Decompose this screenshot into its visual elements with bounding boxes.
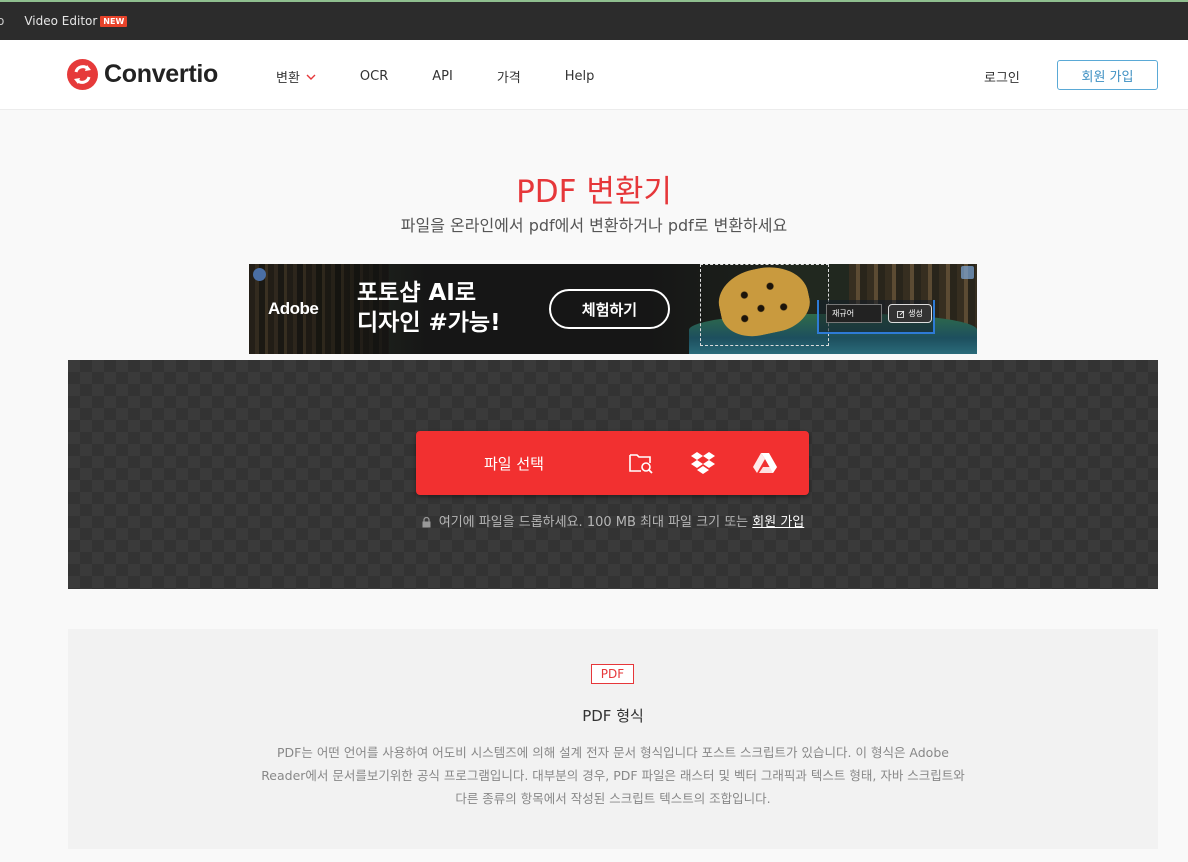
page-title: PDF 변환기: [516, 174, 672, 210]
ad-headline-line: 포토샵 AI로: [357, 280, 477, 306]
nav-item-api[interactable]: API: [432, 67, 453, 86]
ad-generate-label: 생성: [908, 309, 923, 318]
dropbox-icon[interactable]: [690, 451, 716, 475]
ad-banner[interactable]: Adobe 포토샵 AI로 디자인 #가능! 체험하기 재규어 생성: [249, 264, 977, 354]
nav-item-pricing[interactable]: 가격: [497, 67, 521, 86]
nav-item-ocr[interactable]: OCR: [360, 67, 388, 86]
site-header: Convertio 변환 OCR API 가격 Help 로그인 회원 가입: [0, 40, 1188, 110]
google-drive-icon[interactable]: [752, 451, 778, 475]
drop-hint: 여기에 파일을 드롭하세요. 100 MB 최대 파일 크기 또는 회원 가입: [68, 511, 1158, 530]
lock-icon: [422, 517, 431, 528]
page-subtitle: 파일을 온라인에서 pdf에서 변환하거나 pdf로 변환하세요: [400, 216, 788, 235]
video-editor-link[interactable]: Video Editor: [24, 14, 97, 28]
logo-text: Convertio: [104, 60, 218, 88]
signup-button[interactable]: 회원 가입: [1057, 60, 1158, 90]
new-badge: NEW: [100, 15, 128, 27]
main-nav: 변환 OCR API 가격 Help: [276, 67, 638, 86]
ad-selection-box: [700, 264, 829, 346]
nav-item-label: 변환: [276, 71, 300, 86]
nav-item-label: 가격: [496, 71, 521, 86]
drop-hint-text: 여기에 파일을 드롭하세요. 100 MB 최대 파일 크기 또는: [438, 515, 749, 530]
format-info-section: PDF PDF 형식 PDF는 어떤 언어를 사용하여 어도비 시스템즈에 의해…: [68, 629, 1158, 849]
ad-headline-line: 디자인 #가능!: [357, 310, 501, 336]
edit-icon: [897, 310, 905, 318]
format-description: PDF는 어떤 언어를 사용하여 어도비 시스템즈에 의해 설계 전자 문서 형…: [261, 745, 965, 806]
nav-item-help[interactable]: Help: [565, 67, 595, 86]
ad-headline: 포토샵 AI로 디자인 #가능!: [357, 278, 501, 338]
folder-search-icon[interactable]: [628, 451, 654, 475]
signup-link[interactable]: 회원 가입: [752, 515, 804, 530]
upload-dropzone[interactable]: 파일 선택 여기에 파일을 드롭하세요. 100 MB 최대 파일 크기 또는 …: [68, 360, 1158, 589]
format-title: PDF 형식: [582, 707, 644, 725]
nav-item-convert[interactable]: 변환: [276, 67, 316, 86]
choose-files-button[interactable]: 파일 선택: [416, 431, 809, 495]
truncated-label: o: [0, 14, 5, 28]
shield-icon: [253, 268, 266, 281]
choose-files-label[interactable]: 파일 선택: [484, 453, 544, 474]
nav-item-label: API: [432, 69, 453, 84]
ad-generate-button: 생성: [888, 304, 932, 323]
convertio-logo-icon: [67, 59, 98, 90]
ad-cta-button[interactable]: 체험하기: [549, 289, 670, 329]
chevron-down-icon: [306, 74, 316, 80]
format-badge: PDF: [591, 664, 634, 684]
ad-generate-input: 재규어: [826, 304, 882, 323]
nav-item-label: OCR: [359, 69, 389, 84]
adchoices-icon[interactable]: [961, 266, 974, 279]
nav-item-label: Help: [564, 69, 595, 84]
logo[interactable]: Convertio: [67, 59, 218, 90]
top-toolbar: o Video Editor NEW: [0, 0, 1188, 40]
ad-brand: Adobe: [268, 299, 319, 318]
login-link[interactable]: 로그인: [984, 67, 1020, 86]
